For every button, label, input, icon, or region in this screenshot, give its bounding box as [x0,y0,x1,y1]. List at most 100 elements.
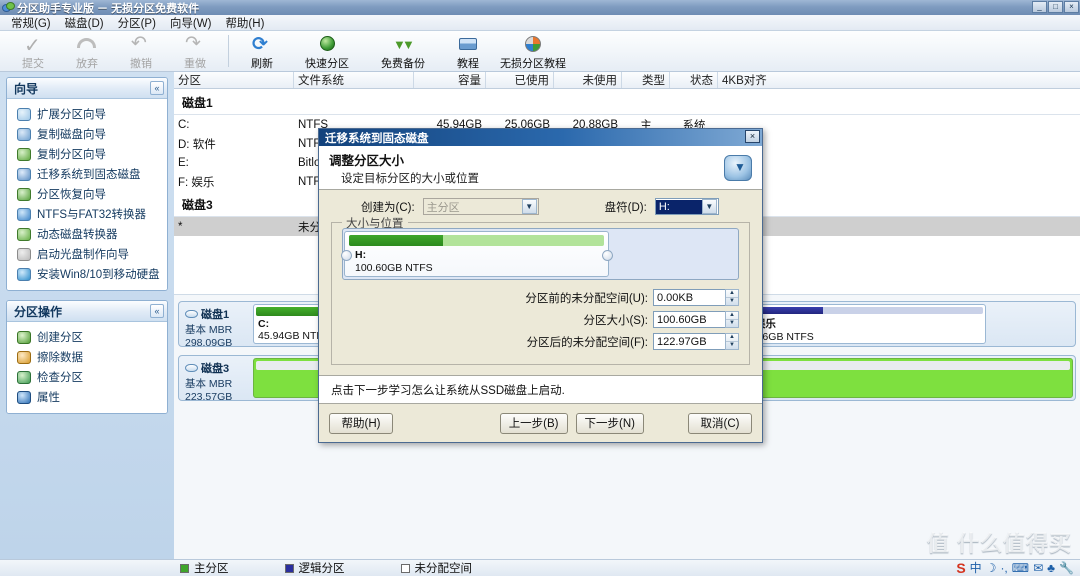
ime-logo-icon[interactable]: S [956,560,965,576]
ime-moon-icon[interactable]: ☽ [986,561,997,575]
legend-swatch-unallocated [400,563,410,573]
stepper-buttons[interactable]: ▲ ▼ [725,333,739,350]
partition-recovery-icon [17,187,31,201]
close-button[interactable]: × [1064,1,1079,13]
toolbar-button-discard[interactable]: 放弃 [60,33,114,71]
menu-item-help[interactable]: 帮助(H) [218,14,271,32]
toolbar-button-refresh[interactable]: 刷新 [235,33,289,71]
column-header-used[interactable]: 已使用 [486,72,554,88]
disk-title-row: 磁盘1 [185,306,253,322]
sidebar-item-bootable-cd-wizard[interactable]: 启动光盘制作向导 [11,244,163,264]
unalloc-before-stepper[interactable]: ▲▼ [653,289,739,306]
next-button[interactable]: 下一步(N) [575,412,644,434]
stepper-buttons[interactable]: ▲ ▼ [725,311,739,328]
dialog-subheading: 设定目标分区的大小或位置 [341,172,479,185]
disk-partition-f[interactable]: F: 娱乐 91.06GB NTFS [737,304,986,344]
column-header-partition[interactable]: 分区 [174,72,294,88]
resize-handle-left[interactable] [341,250,352,261]
operations-panel-body: 创建分区 擦除数据 检查分区 属性 [7,322,167,413]
stepper-down-icon[interactable]: ▼ [726,298,738,305]
create-as-select[interactable]: 主分区 ▼ [422,198,539,215]
partition-preview-map[interactable]: H: 100.60GB NTFS [341,228,739,280]
drive-letter-label: 盘符(D): [604,201,647,214]
chevron-up-icon[interactable]: « [150,304,164,318]
preview-partition-segment[interactable]: H: 100.60GB NTFS [344,231,609,277]
toolbar-button-lossless-tutorial[interactable]: 无损分区教程 [495,33,571,71]
sidebar-item-check-partition[interactable]: 检查分区 [11,367,163,387]
resize-handle-right[interactable] [601,250,613,261]
toolbar-separator [228,35,229,67]
sidebar-item-label: 擦除数据 [37,352,83,364]
sidebar-item-copy-disk[interactable]: 复制磁盘向导 [11,124,163,144]
sidebar-item-ntfs-fat32-converter[interactable]: NTFS与FAT32转换器 [11,204,163,224]
partition-name: F: 娱乐 [742,318,776,330]
toolbar-button-commit[interactable]: 提交 [6,33,60,71]
sidebar-item-wipe-data[interactable]: 擦除数据 [11,347,163,367]
column-header-4k-align[interactable]: 4KB对齐 [718,72,1080,88]
ime-punctuation-icon[interactable]: ·, [1000,561,1007,575]
menu-item-disk[interactable]: 磁盘(D) [58,14,111,32]
check-icon [22,35,44,54]
sidebar-item-create-partition[interactable]: 创建分区 [11,327,163,347]
sidebar-item-migrate-os-to-ssd[interactable]: 迁移系统到固态磁盘 [11,164,163,184]
column-header-unused[interactable]: 未使用 [554,72,622,88]
stepper-down-icon[interactable]: ▼ [726,342,738,349]
ime-chinese-mode-icon[interactable]: 中 [970,559,982,576]
toolbar-button-undo[interactable]: 撤销 [114,33,168,71]
column-header-status[interactable]: 状态 [670,72,718,88]
column-header-capacity[interactable]: 容量 [414,72,486,88]
menu-item-partition[interactable]: 分区(P) [111,14,163,32]
ime-mail-icon[interactable]: ✉ [1033,561,1043,575]
ime-toolbar[interactable]: S 中 ☽ ·, ⌨ ✉ ♣ 🔧 [956,559,1074,576]
operations-panel-header[interactable]: 分区操作 « [7,301,167,322]
legend-logical: 逻辑分区 [284,560,345,576]
ime-toolbox-icon[interactable]: ♣ [1047,561,1055,575]
menu-item-general[interactable]: 常规(G) [4,14,58,32]
field-label: 分区前的未分配空间(U): [525,292,648,305]
chevron-down-icon[interactable]: ▼ [521,199,537,214]
maximize-button[interactable]: □ [1048,1,1063,13]
unalloc-after-stepper[interactable]: ▲▼ [653,333,739,350]
close-icon[interactable]: × [745,130,760,143]
sidebar-item-dynamic-disk-converter[interactable]: 动态磁盘转换器 [11,224,163,244]
legend-label: 未分配空间 [414,563,473,575]
ime-keyboard-icon[interactable]: ⌨ [1012,561,1029,575]
toolbar-button-free-backup[interactable]: 免费备份 [365,33,441,71]
drive-letter-select[interactable]: H: ▼ [654,198,719,215]
stepper-down-icon[interactable]: ▼ [726,320,738,327]
sidebar-item-partition-recovery[interactable]: 分区恢复向导 [11,184,163,204]
migrate-os-dialog[interactable]: 迁移系统到固态磁盘 × 调整分区大小 设定目标分区的大小或位置 创建为(C): … [318,128,763,443]
cancel-button[interactable]: 取消(C) [688,412,752,434]
unalloc-before-input[interactable] [653,289,725,306]
minimize-button[interactable]: _ [1032,1,1047,13]
sidebar-item-copy-partition[interactable]: 复制分区向导 [11,144,163,164]
chevron-up-icon[interactable]: « [150,81,164,95]
stepper-up-icon[interactable]: ▲ [726,312,738,320]
help-button[interactable]: 帮助(H) [329,412,393,434]
partition-size-stepper[interactable]: ▲▼ [653,311,739,328]
properties-icon [17,390,31,404]
field-partition-size: 分区大小(S): ▲▼ [342,311,739,328]
chevron-down-icon[interactable]: ▼ [701,199,717,214]
stepper-up-icon[interactable]: ▲ [726,290,738,298]
unalloc-after-input[interactable] [653,333,725,350]
stepper-buttons[interactable]: ▲ ▼ [725,289,739,306]
toolbar: 提交 放弃 撤销 重做 刷新 快速分区 免费备份 教程 无损分区教程 [0,31,1080,72]
sidebar-item-properties[interactable]: 属性 [11,387,163,407]
stepper-up-icon[interactable]: ▲ [726,334,738,342]
sidebar-item-install-win-to-usb[interactable]: 安装Win8/10到移动硬盘 [11,264,163,284]
ime-settings-icon[interactable]: 🔧 [1059,561,1074,575]
back-button[interactable]: 上一步(B) [499,412,568,434]
toolbar-button-redo[interactable]: 重做 [168,33,222,71]
toolbar-button-quick-partition[interactable]: 快速分区 [289,33,365,71]
partition-size-input[interactable] [653,311,725,328]
sidebar-item-label: 复制磁盘向导 [37,129,106,141]
menu-item-wizard[interactable]: 向导(W) [163,14,219,32]
operations-panel: 分区操作 « 创建分区 擦除数据 检查分区 属性 [6,300,168,414]
sidebar-item-extend-partition[interactable]: 扩展分区向导 [11,104,163,124]
wizard-panel-header[interactable]: 向导 « [7,78,167,99]
column-header-filesystem[interactable]: 文件系统 [294,72,414,88]
toolbar-button-tutorial[interactable]: 教程 [441,33,495,71]
disk-icon [185,364,198,372]
column-header-type[interactable]: 类型 [622,72,670,88]
